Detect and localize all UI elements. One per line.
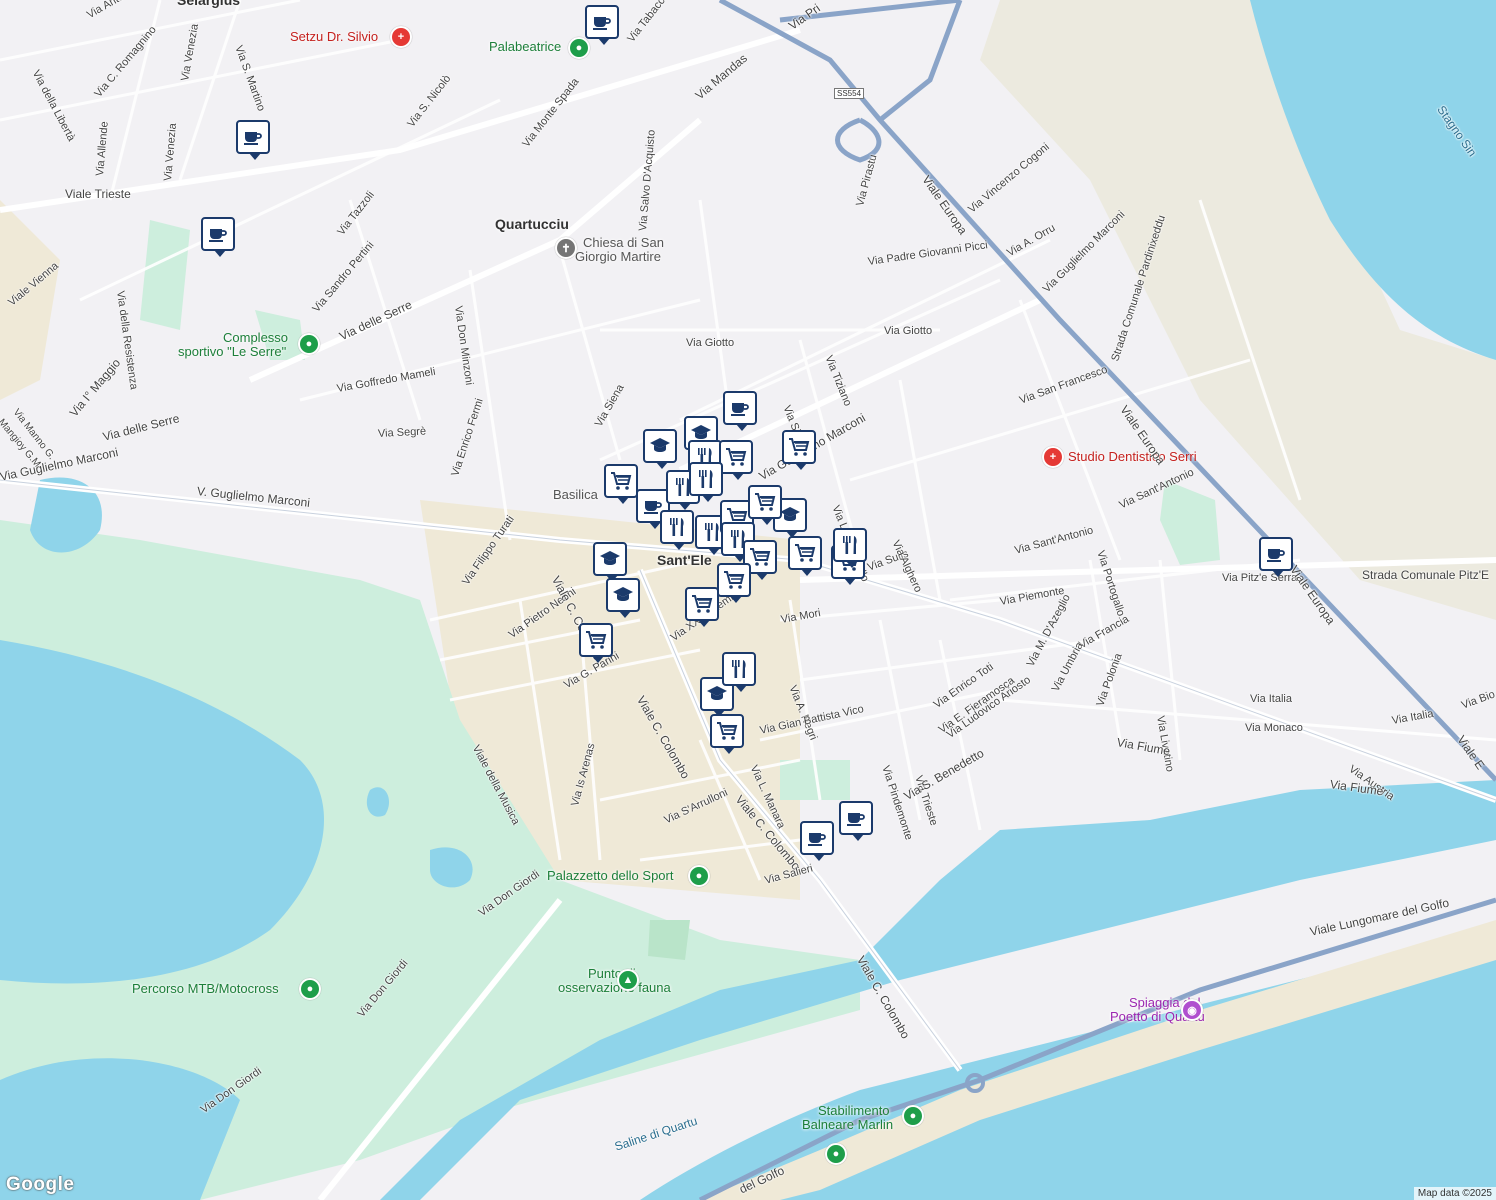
place-quartucciu: Quartucciu: [495, 216, 569, 232]
cafe-marker[interactable]: [1259, 537, 1293, 577]
cafe-icon: [593, 17, 611, 30]
restaurant-marker[interactable]: [722, 652, 756, 692]
grocery-marker[interactable]: [717, 563, 751, 603]
cafe-icon: [808, 833, 826, 846]
cafe-marker[interactable]: [800, 821, 834, 861]
restaurant-marker[interactable]: [689, 462, 723, 502]
street-label: Via Pitz'e Serra: [1222, 572, 1298, 584]
grocery-icon: [724, 571, 745, 589]
school-icon: [613, 587, 633, 601]
school-marker[interactable]: [593, 542, 627, 582]
grocery-marker[interactable]: [748, 485, 782, 525]
poi-label-stabilimento-1[interactable]: Stabilimento: [818, 1104, 890, 1118]
medical-icon[interactable]: +: [1042, 446, 1064, 468]
poi-label-palabeatrice[interactable]: Palabeatrice: [489, 40, 561, 54]
cafe-icon: [209, 229, 227, 242]
place-basilica: Basilica: [553, 487, 598, 502]
cafe-icon: [847, 813, 865, 826]
school-icon: [650, 438, 670, 452]
sports-icon[interactable]: ●: [299, 978, 321, 1000]
restaurant-icon: [732, 660, 746, 678]
map-attribution[interactable]: Map data ©2025: [1413, 1187, 1496, 1200]
cafe-icon: [731, 403, 749, 416]
school-icon: [600, 551, 620, 565]
cafe-marker[interactable]: [839, 801, 873, 841]
street-label: Via Monaco: [1245, 722, 1303, 734]
grocery-icon: [795, 544, 816, 562]
medical-icon[interactable]: +: [390, 26, 412, 48]
grocery-marker[interactable]: [719, 440, 753, 480]
grocery-icon: [717, 722, 738, 740]
cafe-marker[interactable]: [201, 217, 235, 257]
sports-icon[interactable]: ●: [298, 333, 320, 355]
tree-icon[interactable]: ▲: [617, 969, 639, 991]
poi-label-palazzetto[interactable]: Palazzetto dello Sport: [547, 869, 673, 883]
poi-label-stabilimento-2[interactable]: Balneare Marlin: [802, 1118, 893, 1132]
cafe-marker[interactable]: [723, 391, 757, 431]
poi-label-complesso-1[interactable]: Complesso: [223, 331, 288, 345]
street-label: Via Italia: [1250, 693, 1292, 705]
sports-icon[interactable]: ●: [568, 37, 590, 59]
street-label: Via Segrè: [377, 425, 427, 440]
restaurant-icon: [699, 470, 713, 488]
church-icon[interactable]: ✝: [555, 237, 577, 259]
google-logo: Google: [6, 1174, 75, 1195]
poi-label-chiesa-2[interactable]: Giorgio Martire: [575, 250, 661, 264]
camera-icon[interactable]: ◉: [1181, 999, 1203, 1021]
grocery-icon: [586, 631, 607, 649]
restaurant-icon: [670, 518, 684, 536]
street-label: Viale Trieste: [65, 187, 131, 201]
grocery-icon: [755, 493, 776, 511]
poi-label-punto-2[interactable]: osservazione fauna: [558, 981, 671, 995]
restaurant-marker[interactable]: [660, 510, 694, 550]
grocery-marker[interactable]: [710, 714, 744, 754]
place-selargius: Selargius: [177, 0, 241, 8]
grocery-icon: [789, 438, 810, 456]
poi-label-complesso-2[interactable]: sportivo "Le Serre": [178, 345, 286, 359]
grocery-icon: [611, 472, 632, 490]
cafe-marker[interactable]: [585, 5, 619, 45]
school-marker[interactable]: [606, 578, 640, 618]
sports-icon[interactable]: ●: [688, 865, 710, 887]
cafe-icon: [244, 132, 262, 145]
grocery-marker[interactable]: [782, 430, 816, 470]
grocery-marker[interactable]: [685, 587, 719, 627]
beach-icon[interactable]: ●: [825, 1143, 847, 1165]
grocery-icon: [726, 448, 747, 466]
poi-label-chiesa-1[interactable]: Chiesa di San: [583, 236, 664, 250]
grocery-marker[interactable]: [604, 464, 638, 504]
place-santelena: Sant'Ele: [657, 552, 712, 568]
grocery-icon: [750, 548, 771, 566]
street-label: Via Giotto: [686, 337, 735, 349]
poi-label-percorso[interactable]: Percorso MTB/Motocross: [132, 982, 279, 996]
school-marker[interactable]: [643, 429, 677, 469]
restaurant-icon: [843, 536, 857, 554]
route-shield-ss554: SS554: [834, 88, 865, 99]
street-label: Strada Comunale Pitz'E: [1362, 568, 1490, 582]
grocery-marker[interactable]: [579, 623, 613, 663]
cafe-icon: [1267, 549, 1285, 562]
grocery-marker[interactable]: [788, 536, 822, 576]
restaurant-marker[interactable]: [833, 528, 867, 568]
beach-icon[interactable]: ●: [902, 1105, 924, 1127]
cafe-marker[interactable]: [236, 120, 270, 160]
grocery-icon: [692, 595, 713, 613]
poi-label-setzu[interactable]: Setzu Dr. Silvio: [290, 30, 378, 44]
map-canvas[interactable]: [0, 0, 1496, 1200]
street-label: Via Giotto: [884, 325, 933, 337]
poi-label-studio[interactable]: Studio Dentistico Serri: [1068, 450, 1197, 464]
